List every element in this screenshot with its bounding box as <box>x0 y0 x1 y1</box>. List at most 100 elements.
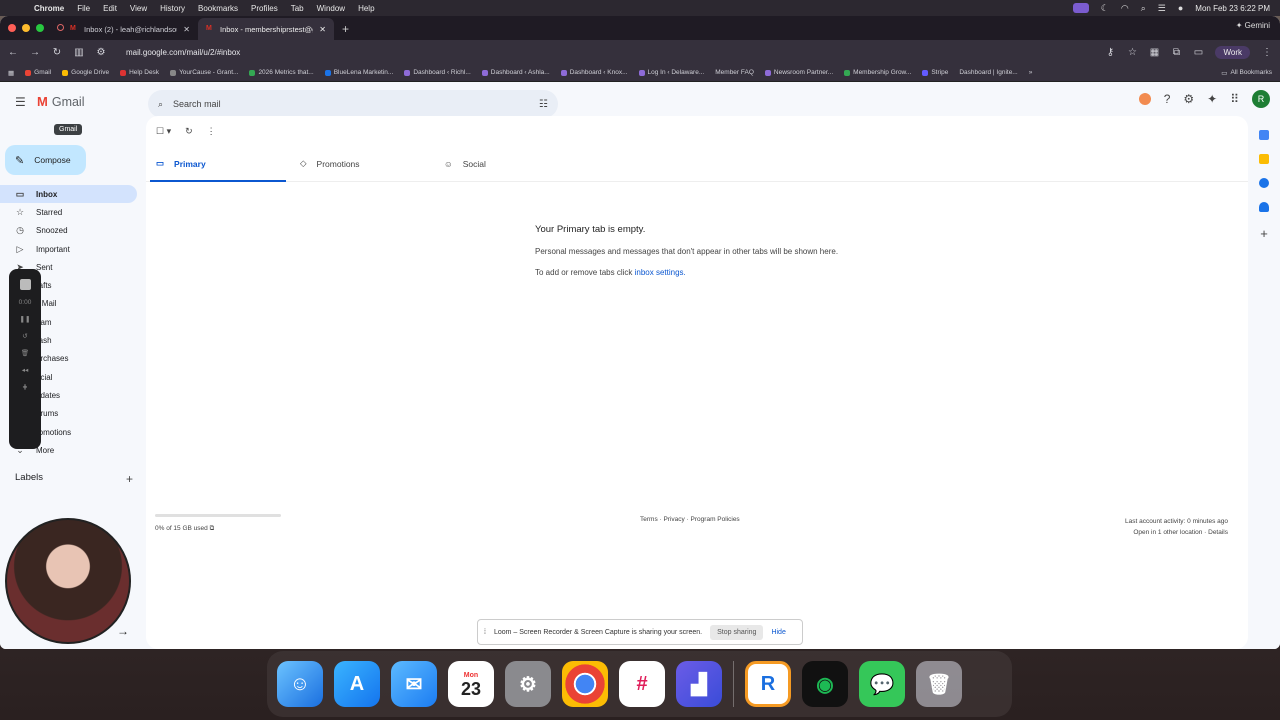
control-center-icon[interactable]: ☰ <box>1158 3 1166 14</box>
sidebar-item-starred[interactable]: ☆ Starred <box>0 203 140 221</box>
sidebar-item-important[interactable]: ▷ Important <box>0 240 140 258</box>
arrow-right-icon[interactable]: → <box>117 624 129 638</box>
tab-primary[interactable]: ▭ Primary <box>146 146 290 182</box>
bookmark-item[interactable]: Member FAQ <box>715 69 754 76</box>
chrome-menu-icon[interactable]: ⋮ <box>1262 47 1272 58</box>
loom-rewind-icon[interactable]: ◂◂ <box>22 366 29 374</box>
search-icon[interactable]: ⌕ <box>158 99 163 110</box>
bookmark-item[interactable]: Dashboard | Ignite... <box>959 69 1017 76</box>
bookmark-item[interactable]: Newsroom Partner... <box>764 69 833 76</box>
sidebar-item-snoozed[interactable]: ◷ Snoozed <box>0 222 140 240</box>
add-addon-icon[interactable]: + <box>1260 226 1268 241</box>
bookmark-item[interactable]: Gmail <box>25 69 51 76</box>
calendar-icon[interactable] <box>1259 130 1269 140</box>
search-options-icon[interactable]: ☷ <box>539 99 548 110</box>
gemini-spark-icon[interactable]: ✦ <box>1207 92 1217 106</box>
menu-app[interactable]: Chrome <box>34 4 64 13</box>
camera-bubble[interactable] <box>5 518 131 644</box>
settings-gear-icon[interactable]: ⚙ <box>1183 92 1194 106</box>
menu-file[interactable]: File <box>77 4 90 13</box>
slack-icon[interactable]: # <box>619 661 665 707</box>
loom-pause-icon[interactable]: ❚❚ <box>20 315 31 323</box>
address-bar[interactable]: mail.google.com/mail/u/2/#inbox <box>126 48 1093 57</box>
tab-close-icon[interactable]: ✕ <box>319 25 326 34</box>
bookmark-item[interactable]: Stripe <box>922 69 948 76</box>
reload-icon[interactable]: ↻ <box>52 47 62 58</box>
system-settings-icon[interactable]: ⚙ <box>505 661 551 707</box>
r-app-icon[interactable]: R <box>745 661 791 707</box>
activity-details[interactable]: Open in 1 other location · Details <box>1125 527 1228 538</box>
stop-sharing-button[interactable]: Stop sharing <box>710 624 764 640</box>
new-tab-button[interactable]: + <box>342 18 349 40</box>
compose-button[interactable]: ✎ Compose <box>5 145 86 175</box>
siri-icon[interactable]: ● <box>1178 3 1183 13</box>
inbox-settings-link[interactable]: inbox settings. <box>635 268 686 277</box>
menu-tab[interactable]: Tab <box>291 4 304 13</box>
stats-app-icon[interactable]: ▟ <box>676 661 722 707</box>
all-bookmarks-folder[interactable]: ▭ All Bookmarks <box>1221 69 1272 77</box>
menubar-clock[interactable]: Mon Feb 23 6:22 PM <box>1195 4 1270 13</box>
zoom-window-button[interactable] <box>36 24 44 32</box>
password-key-icon[interactable]: ⚷ <box>1105 47 1115 58</box>
bookmark-item[interactable]: 2026 Metrics that... <box>249 69 314 76</box>
side-panel-icon[interactable]: ▥ <box>74 47 84 58</box>
loom-restart-icon[interactable]: ↺ <box>22 332 27 340</box>
storage-text[interactable]: 0% of 15 GB used <box>155 525 208 532</box>
loom-delete-icon[interactable]: 🗑 <box>21 349 29 357</box>
spotify-icon[interactable]: ◉ <box>802 661 848 707</box>
trash-can-icon[interactable]: 🗑 <box>916 661 962 707</box>
search-input[interactable]: Search mail <box>173 99 221 109</box>
menu-profiles[interactable]: Profiles <box>251 4 278 13</box>
app-store-icon[interactable]: A <box>334 661 380 707</box>
more-options-icon[interactable]: ⋮ <box>207 126 216 137</box>
refresh-icon[interactable]: ↻ <box>185 126 193 137</box>
spotlight-search-icon[interactable]: ⌕ <box>1141 3 1146 14</box>
bookmark-item[interactable]: Help Desk <box>120 69 159 76</box>
browser-tab-2[interactable]: M Inbox - membershiprstest@g... ✕ <box>198 18 334 40</box>
finder-icon[interactable]: ☺ <box>277 661 323 707</box>
sidebar-item-inbox[interactable]: ▭ Inbox <box>0 185 137 204</box>
external-link-icon[interactable]: ⧉ <box>210 525 215 532</box>
bookmark-item[interactable]: Dashboard ‹ Knox... <box>560 69 628 76</box>
calendar-app-icon[interactable]: Mon 23 <box>448 661 494 707</box>
messages-icon[interactable]: 💬 <box>859 661 905 707</box>
browser-tab-1[interactable]: M Inbox (2) - leah@richlandsou... ✕ <box>62 18 198 40</box>
hide-button[interactable]: Hide <box>771 629 785 636</box>
footer-links[interactable]: Terms · Privacy · Program Policies <box>640 516 740 523</box>
mail-icon[interactable]: ✉ <box>391 661 437 707</box>
bookmark-item[interactable]: YourCause - Grant... <box>170 69 238 76</box>
add-label-icon[interactable]: + <box>126 472 133 486</box>
forward-icon[interactable]: → <box>30 47 40 58</box>
search-bar[interactable]: ⌕ Search mail ☷ <box>148 90 558 118</box>
account-avatar[interactable]: R <box>1252 90 1270 108</box>
side-panel-toggle-icon[interactable]: ▭ <box>1193 47 1203 58</box>
extension-icon[interactable]: ▦ <box>1149 47 1159 58</box>
tab-social[interactable]: ☺ Social <box>434 146 578 181</box>
tasks-icon[interactable] <box>1259 178 1269 188</box>
extensions-puzzle-icon[interactable]: ⧉ <box>1171 47 1181 58</box>
bookmark-item[interactable]: BlueLena Marketin... <box>324 69 393 76</box>
chrome-icon[interactable] <box>562 661 608 707</box>
select-checkbox-icon[interactable]: ☐ ▾ <box>156 126 171 137</box>
focus-moon-icon[interactable]: ☾ <box>1101 3 1109 14</box>
main-menu-icon[interactable]: ☰ <box>15 95 26 109</box>
tab-promotions[interactable]: ◇ Promotions <box>290 146 434 181</box>
minimize-window-button[interactable] <box>22 24 30 32</box>
wifi-icon[interactable]: ◠ <box>1121 3 1129 14</box>
bookmark-star-icon[interactable]: ☆ <box>1127 47 1137 58</box>
screen-record-icon[interactable] <box>1072 3 1089 13</box>
help-icon[interactable]: ? <box>1164 92 1171 106</box>
menu-view[interactable]: View <box>130 4 147 13</box>
contacts-icon[interactable] <box>1259 202 1269 212</box>
tab-close-icon[interactable]: ✕ <box>183 25 190 34</box>
menu-history[interactable]: History <box>160 4 185 13</box>
profile-button[interactable]: Work <box>1215 45 1250 59</box>
close-window-button[interactable] <box>8 24 16 32</box>
gemini-button[interactable]: ✦ Gemini <box>1236 21 1270 30</box>
bookmark-item[interactable]: Log In ‹ Delaware... <box>638 69 704 76</box>
drag-handle-icon[interactable]: ⁞ <box>484 629 486 636</box>
loom-stop-icon[interactable] <box>19 279 31 290</box>
bookmark-item[interactable]: Dashboard ‹ Richl... <box>404 69 471 76</box>
bookmark-item[interactable]: Google Drive <box>62 69 109 76</box>
status-icon[interactable] <box>1138 93 1151 105</box>
